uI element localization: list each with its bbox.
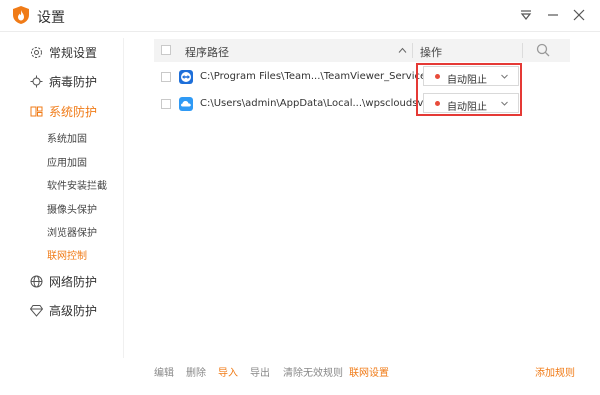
row-checkbox[interactable]: [161, 99, 171, 109]
sidebar-item-label: 高级防护: [49, 304, 98, 318]
sidebar-item-label: 病毒防护: [49, 75, 98, 89]
close-button[interactable]: [571, 7, 587, 23]
edit-button[interactable]: 编辑: [154, 364, 174, 379]
sidebar: 常规设置 病毒防护 系统防护 系统加固 应用加固 软件安装拦截 摄像头保护 浏览…: [0, 32, 124, 395]
program-path: C:\Program Files\Team...\TeamViewer_Serv…: [200, 71, 448, 82]
sidebar-item-label: 网络防护: [49, 275, 98, 289]
title-bar: 设置: [0, 0, 600, 30]
add-rule-button[interactable]: 添加规则: [535, 364, 575, 379]
window-title: 设置: [37, 10, 65, 26]
app-logo-icon: [13, 6, 29, 24]
column-separator: [522, 43, 523, 58]
network-settings-button[interactable]: 联网设置: [349, 364, 389, 379]
sidebar-item-system-protection[interactable]: 系统防护: [30, 103, 97, 120]
sidebar-divider: [123, 38, 124, 358]
row-checkbox[interactable]: [161, 72, 171, 82]
sidebar-item-virus[interactable]: 病毒防护: [30, 73, 97, 90]
column-header-path[interactable]: 程序路径: [185, 44, 229, 60]
subitem-app-hardening[interactable]: 应用加固: [47, 154, 87, 169]
sidebar-item-advanced-protection[interactable]: 高级防护: [30, 302, 97, 319]
subitem-browser-protection[interactable]: 浏览器保护: [47, 224, 97, 239]
delete-button[interactable]: 删除: [186, 364, 206, 379]
subitem-install-block[interactable]: 软件安装拦截: [47, 177, 107, 192]
clear-invalid-rules-button[interactable]: 清除无效规则: [283, 364, 343, 379]
column-separator: [412, 43, 413, 58]
teamviewer-icon: [179, 70, 193, 84]
highlight-box: [416, 63, 522, 116]
minimize-button[interactable]: [545, 7, 561, 23]
system-shield-icon: [30, 105, 43, 118]
sidebar-item-network-protection[interactable]: 网络防护: [30, 273, 97, 290]
diamond-icon: [30, 304, 43, 317]
program-path: C:\Users\admin\AppData\Local...\wpscloud…: [200, 98, 448, 109]
subitem-camera-protection[interactable]: 摄像头保护: [47, 201, 97, 216]
sidebar-item-label: 系统防护: [49, 105, 98, 119]
subitem-system-hardening[interactable]: 系统加固: [47, 130, 87, 145]
table-header: 程序路径 操作: [154, 39, 570, 62]
globe-icon: [30, 275, 43, 288]
subitem-network-control[interactable]: 联网控制: [47, 247, 87, 262]
sidebar-item-label: 常规设置: [49, 46, 98, 60]
menu-dropdown-button[interactable]: [518, 7, 534, 23]
bottom-toolbar: 编辑 删除 导入 导出 清除无效规则 联网设置 添加规则: [0, 358, 600, 380]
wps-cloud-icon: [179, 97, 193, 111]
sidebar-item-general[interactable]: 常规设置: [30, 44, 97, 61]
sort-up-icon[interactable]: [398, 45, 407, 58]
search-icon[interactable]: [536, 43, 550, 60]
gear-icon: [30, 46, 43, 59]
export-button[interactable]: 导出: [250, 364, 270, 379]
column-header-operation: 操作: [420, 46, 442, 59]
virus-icon: [30, 75, 43, 88]
select-all-checkbox[interactable]: [161, 45, 171, 55]
import-button[interactable]: 导入: [218, 364, 238, 379]
